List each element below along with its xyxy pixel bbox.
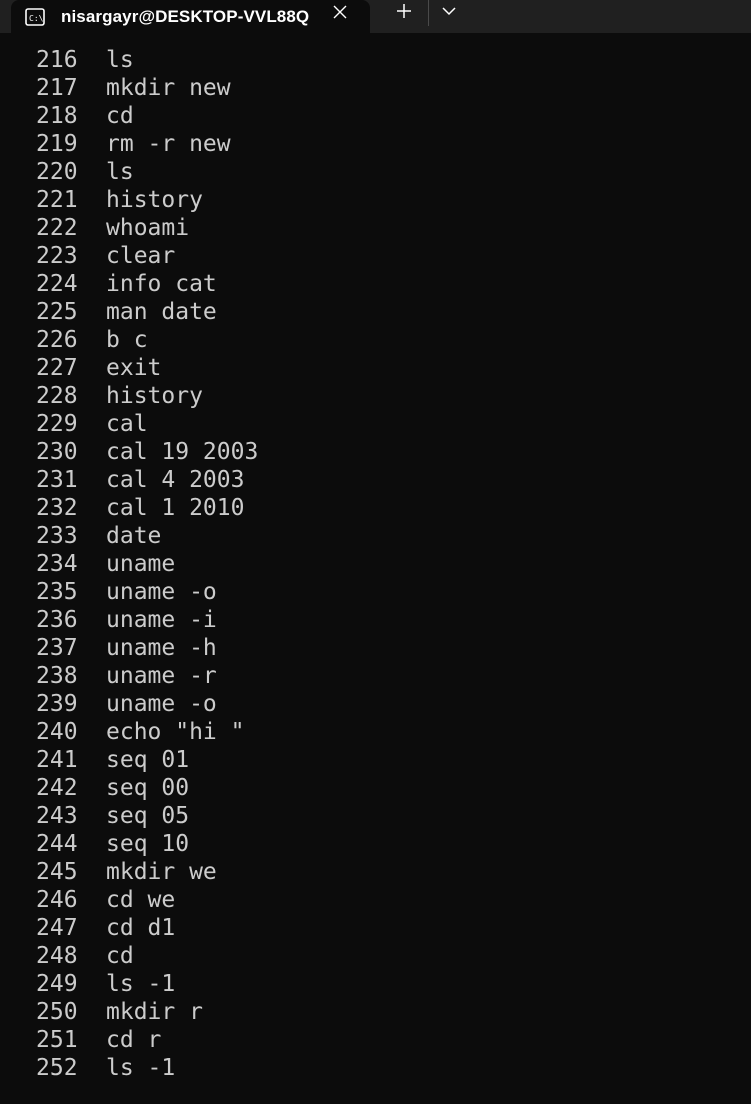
history-command: rm -r new bbox=[106, 131, 231, 157]
history-number: 248 bbox=[36, 943, 78, 969]
history-command: seq 05 bbox=[106, 803, 190, 829]
history-number: 225 bbox=[36, 299, 78, 325]
history-number: 238 bbox=[36, 663, 78, 689]
history-command: whoami bbox=[106, 215, 190, 241]
history-command: uname -i bbox=[106, 607, 217, 633]
history-command: uname -h bbox=[106, 635, 217, 661]
history-number: 247 bbox=[36, 915, 78, 941]
history-number: 231 bbox=[36, 467, 78, 493]
history-command: ls bbox=[106, 47, 134, 73]
history-number: 232 bbox=[36, 495, 78, 521]
history-number: 235 bbox=[36, 579, 78, 605]
history-command: cal 19 2003 bbox=[106, 439, 259, 465]
close-icon[interactable] bbox=[331, 3, 349, 21]
terminal-output[interactable]: 216 ls 217 mkdir new 218 cd 219 rm -r new 220 ls 2… bbox=[0, 34, 751, 1104]
history-number: 224 bbox=[36, 271, 78, 297]
history-command: echo "hi " bbox=[106, 719, 245, 745]
terminal-tab[interactable]: C:\ nisargayr@DESKTOP-VVL88Q bbox=[11, 0, 370, 34]
history-number: 216 bbox=[36, 47, 78, 73]
history-command: cal 1 2010 bbox=[106, 495, 245, 521]
history-number: 239 bbox=[36, 691, 78, 717]
history-number: 233 bbox=[36, 523, 78, 549]
history-number: 252 bbox=[36, 1055, 78, 1081]
history-number: 243 bbox=[36, 803, 78, 829]
history-command: uname bbox=[106, 551, 176, 577]
history-number: 246 bbox=[36, 887, 78, 913]
plus-icon[interactable] bbox=[385, 0, 423, 22]
history-number: 218 bbox=[36, 103, 78, 129]
history-command: cd bbox=[106, 943, 134, 969]
history-command: history bbox=[106, 383, 203, 409]
history-number: 217 bbox=[36, 75, 78, 101]
history-command: clear bbox=[106, 243, 176, 269]
history-command: mkdir we bbox=[106, 859, 217, 885]
history-number: 227 bbox=[36, 355, 78, 381]
history-command: mkdir new bbox=[106, 75, 231, 101]
history-number: 236 bbox=[36, 607, 78, 633]
history-number: 226 bbox=[36, 327, 78, 353]
history-command: seq 00 bbox=[106, 775, 190, 801]
history-number: 228 bbox=[36, 383, 78, 409]
history-command: seq 01 bbox=[106, 747, 190, 773]
history-command: uname -r bbox=[106, 663, 217, 689]
history-command: exit bbox=[106, 355, 162, 381]
history-number: 242 bbox=[36, 775, 78, 801]
history-command: cd r bbox=[106, 1027, 162, 1053]
history-command: ls -1 bbox=[106, 1055, 176, 1081]
history-number: 222 bbox=[36, 215, 78, 241]
history-number: 234 bbox=[36, 551, 78, 577]
history-command: cd bbox=[106, 103, 134, 129]
history-command: uname -o bbox=[106, 691, 217, 717]
history-number: 221 bbox=[36, 187, 78, 213]
history-command: mkdir r bbox=[106, 999, 203, 1025]
history-command: man date bbox=[106, 299, 217, 325]
history-number: 230 bbox=[36, 439, 78, 465]
history-command: ls bbox=[106, 159, 134, 185]
history-command: info cat bbox=[106, 271, 217, 297]
history-command: cal bbox=[106, 411, 148, 437]
history-number: 240 bbox=[36, 719, 78, 745]
history-command: cd we bbox=[106, 887, 176, 913]
history-number: 250 bbox=[36, 999, 78, 1025]
history-number: 245 bbox=[36, 859, 78, 885]
history-number: 241 bbox=[36, 747, 78, 773]
history-number: 219 bbox=[36, 131, 78, 157]
history-command: date bbox=[106, 523, 162, 549]
history-number: 229 bbox=[36, 411, 78, 437]
history-number: 223 bbox=[36, 243, 78, 269]
history-command: seq 10 bbox=[106, 831, 190, 857]
svg-text:C:\: C:\ bbox=[29, 14, 44, 23]
history-number: 237 bbox=[36, 635, 78, 661]
history-command: history bbox=[106, 187, 203, 213]
history-command: b c bbox=[106, 327, 148, 353]
tab-bar: C:\ nisargayr@DESKTOP-VVL88Q bbox=[0, 0, 751, 34]
history-command: cal 4 2003 bbox=[106, 467, 245, 493]
history-number: 251 bbox=[36, 1027, 78, 1053]
tab-divider bbox=[428, 0, 429, 26]
chevron-down-icon[interactable] bbox=[432, 0, 466, 22]
history-number: 244 bbox=[36, 831, 78, 857]
history-command: ls -1 bbox=[106, 971, 176, 997]
history-number: 249 bbox=[36, 971, 78, 997]
history-command: uname -o bbox=[106, 579, 217, 605]
history-command: cd d1 bbox=[106, 915, 176, 941]
history-number: 220 bbox=[36, 159, 78, 185]
terminal-icon: C:\ bbox=[25, 8, 45, 26]
tab-title: nisargayr@DESKTOP-VVL88Q bbox=[61, 7, 310, 26]
